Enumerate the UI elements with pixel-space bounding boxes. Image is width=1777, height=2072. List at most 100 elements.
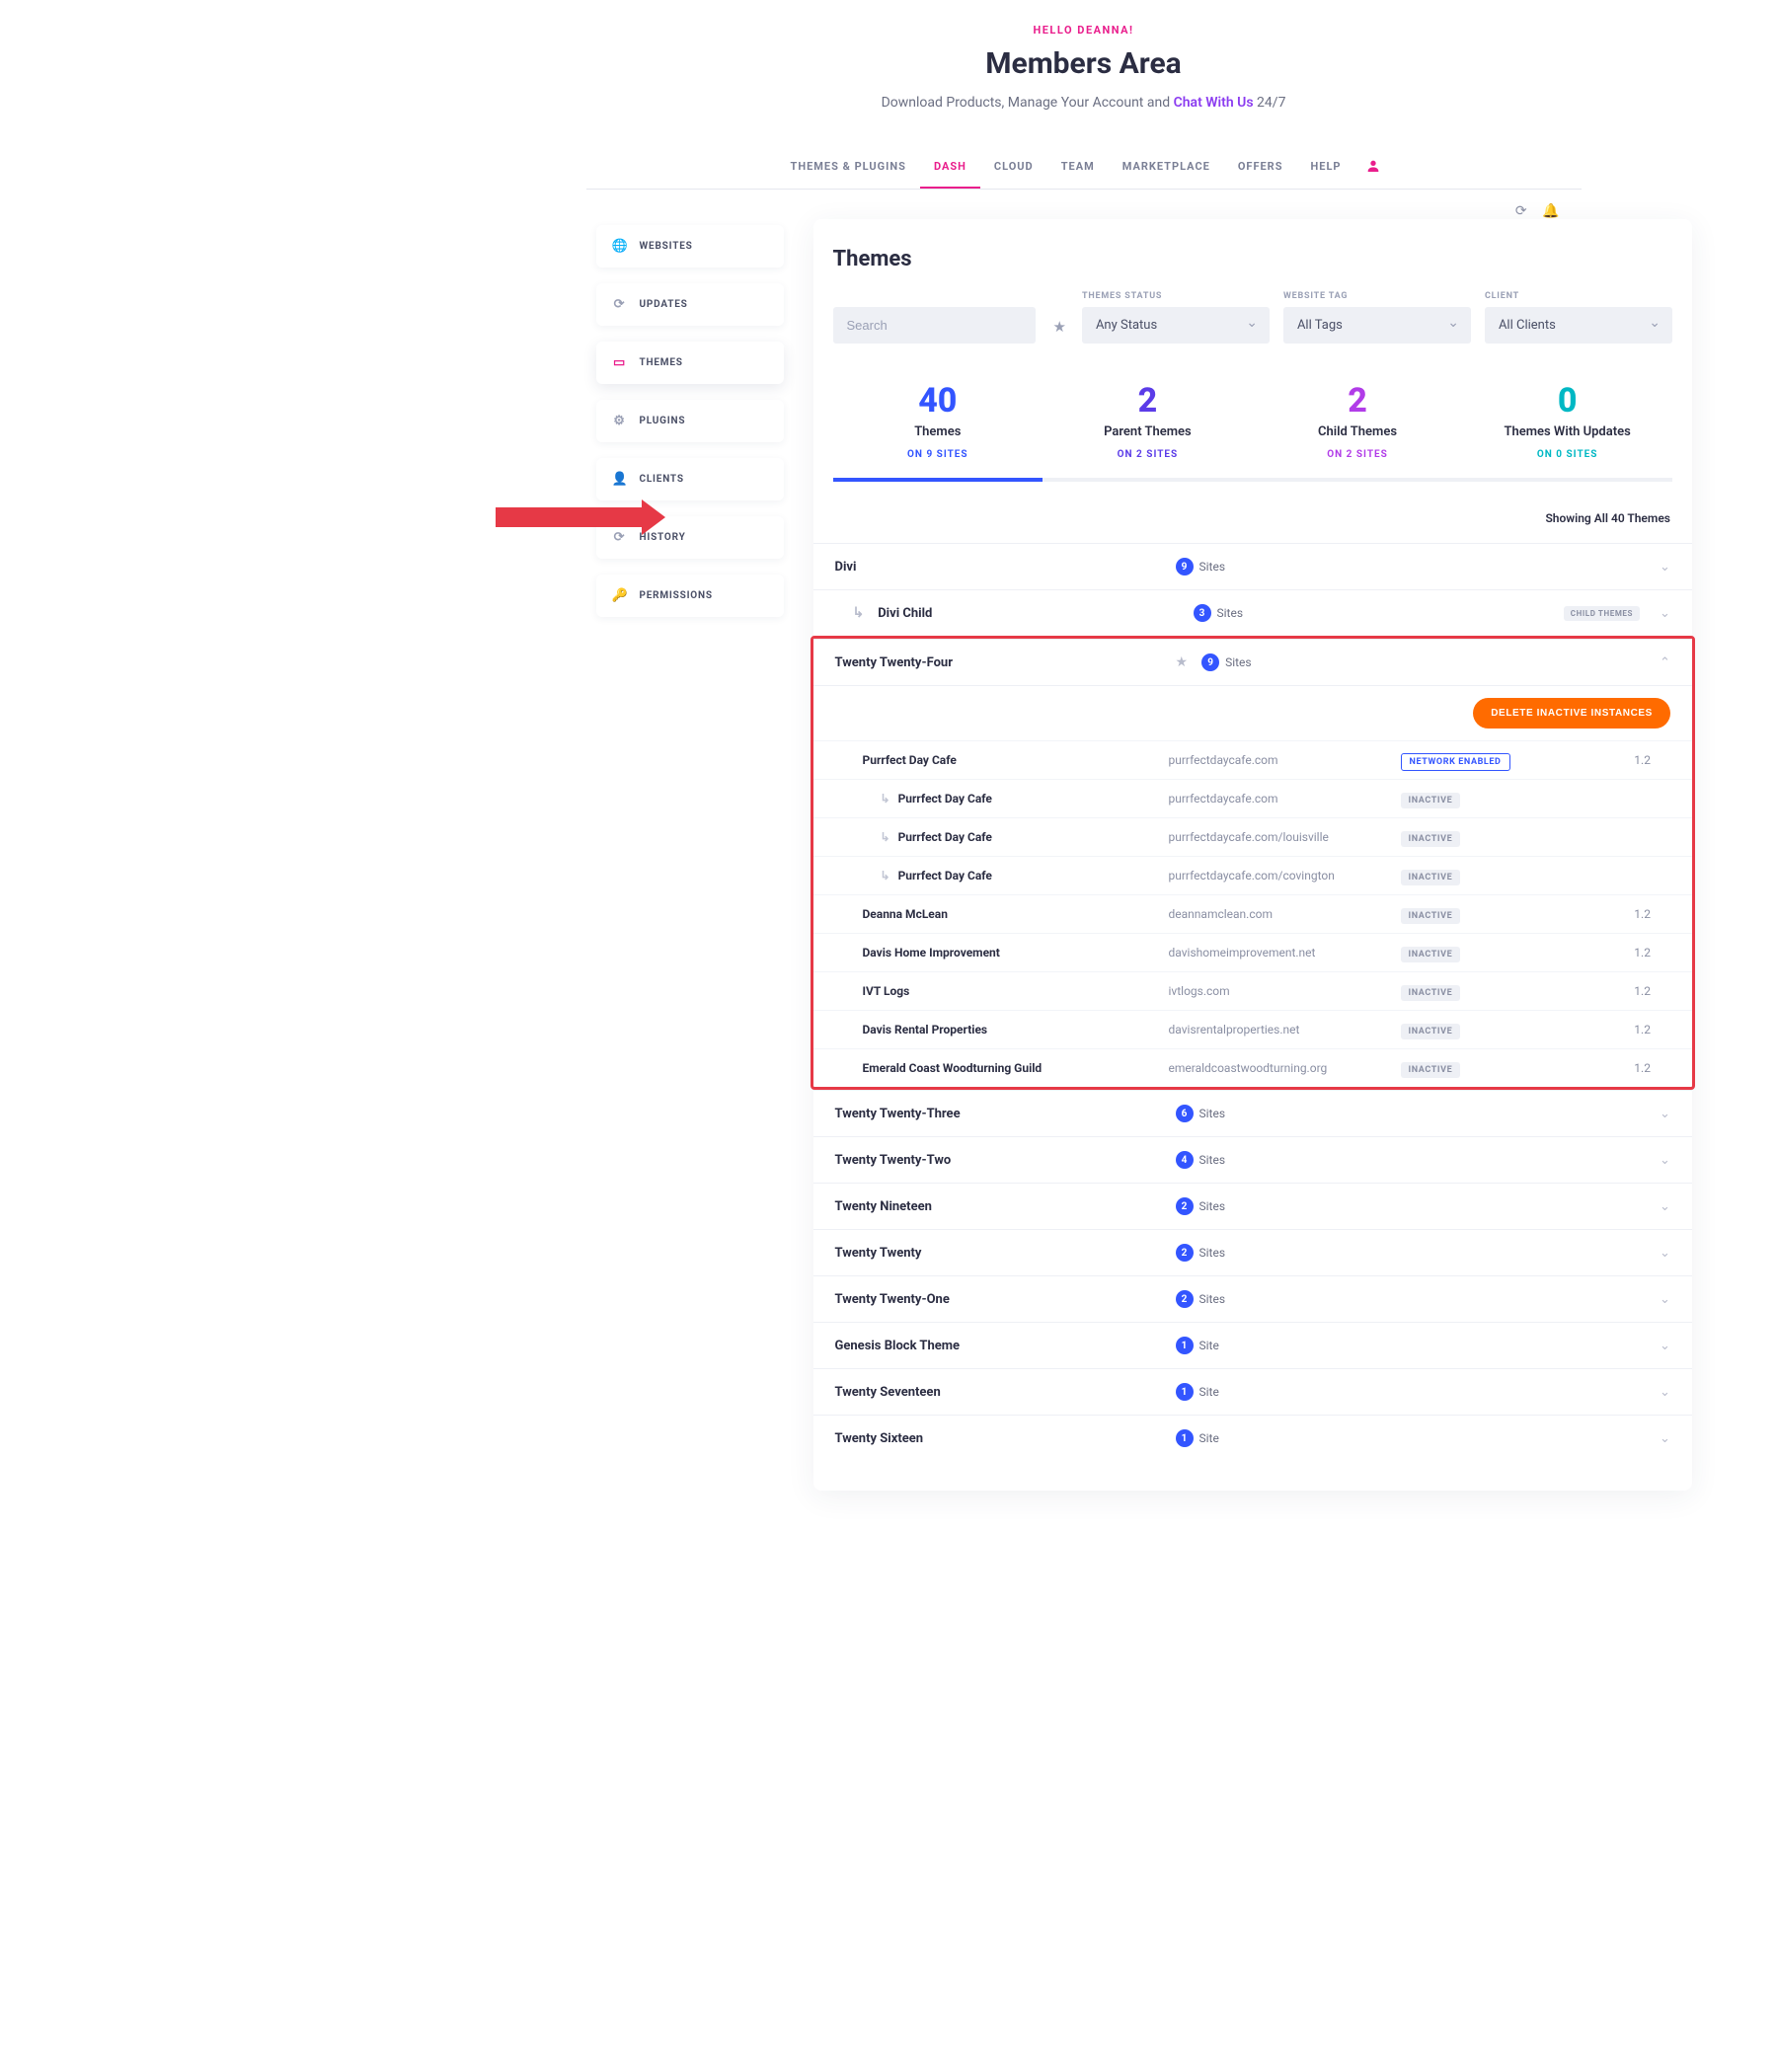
filter-label: THEMES STATUS bbox=[1082, 291, 1270, 301]
stats-underline bbox=[833, 478, 1672, 482]
instance-url: ivtlogs.com bbox=[1169, 984, 1401, 998]
instance-row[interactable]: IVT Logsivtlogs.comINACTIVE1.2 bbox=[813, 971, 1692, 1010]
theme-row[interactable]: Twenty Seventeen1Site⌄ bbox=[813, 1368, 1692, 1415]
site-count-badge: 1 bbox=[1176, 1429, 1194, 1447]
filter-select-website-tag[interactable]: All Tags bbox=[1283, 307, 1471, 344]
theme-row[interactable]: Twenty Twenty-One2Sites⌄ bbox=[813, 1275, 1692, 1322]
star-filter-icon[interactable]: ★ bbox=[1051, 310, 1068, 344]
sidebar-item-permissions[interactable]: 🔑PERMISSIONS bbox=[596, 575, 784, 617]
instance-url: purrfectdaycafe.com bbox=[1169, 753, 1401, 767]
filter-select-client[interactable]: All Clients bbox=[1485, 307, 1672, 344]
network-enabled-badge: NETWORK ENABLED bbox=[1401, 753, 1510, 771]
sidebar-item-themes[interactable]: ▭THEMES bbox=[596, 342, 784, 384]
stat-tab-themes[interactable]: 40ThemesON 9 SITES bbox=[833, 373, 1043, 478]
top-icons: ⟳ 🔔 bbox=[586, 190, 1582, 219]
theme-row[interactable]: Twenty Twenty-Three6Sites⌄ bbox=[813, 1090, 1692, 1136]
sidebar-item-clients[interactable]: 👤CLIENTS bbox=[596, 458, 784, 500]
chevron-down-icon: ⌄ bbox=[1660, 1292, 1670, 1307]
greeting: HELLO DEANNA! bbox=[586, 24, 1582, 37]
highlighted-theme-box: Twenty Twenty-Four ★ 9 Sites ⌃ DELETE IN… bbox=[811, 636, 1695, 1090]
instance-row[interactable]: ↳Purrfect Day Cafepurrfectdaycafe.com/lo… bbox=[813, 817, 1692, 856]
sidebar-item-websites[interactable]: 🌐WEBSITES bbox=[596, 225, 784, 268]
chevron-down-icon: ⌄ bbox=[1660, 1199, 1670, 1214]
permissions-icon: 🔑 bbox=[612, 588, 628, 603]
child-indicator-icon: ↳ bbox=[853, 605, 865, 621]
theme-row[interactable]: Twenty Nineteen2Sites⌄ bbox=[813, 1183, 1692, 1229]
main-panel: Themes ★ THEMES STATUS Any Status WEBSITE … bbox=[813, 219, 1692, 1491]
filter-select-themes-status[interactable]: Any Status bbox=[1082, 307, 1270, 344]
chevron-down-icon: ⌄ bbox=[1660, 1107, 1670, 1121]
instance-row[interactable]: Deanna McLeandeannamclean.comINACTIVE1.2 bbox=[813, 894, 1692, 933]
inactive-badge: INACTIVE bbox=[1401, 947, 1461, 962]
refresh-icon[interactable]: ⟳ bbox=[1515, 203, 1527, 219]
bell-icon[interactable]: 🔔 bbox=[1542, 203, 1571, 219]
inactive-badge: INACTIVE bbox=[1401, 985, 1461, 1001]
plugins-icon: ⚙ bbox=[612, 414, 628, 428]
inactive-badge: INACTIVE bbox=[1401, 870, 1461, 885]
nav-tab-cloud[interactable]: CLOUD bbox=[980, 146, 1047, 189]
instance-row[interactable]: Emerald Coast Woodturning Guildemeraldco… bbox=[813, 1048, 1692, 1087]
user-icon[interactable] bbox=[1355, 158, 1391, 178]
site-count-badge: 4 bbox=[1176, 1151, 1194, 1169]
sidebar-item-updates[interactable]: ⟳UPDATES bbox=[596, 283, 784, 326]
nav-tab-help[interactable]: HELP bbox=[1297, 146, 1355, 189]
site-count-badge: 1 bbox=[1176, 1337, 1194, 1354]
search-input[interactable] bbox=[833, 307, 1036, 344]
filter-label: CLIENT bbox=[1485, 291, 1672, 301]
instance-version: 1.2 bbox=[1598, 946, 1670, 959]
instance-version: 1.2 bbox=[1598, 1061, 1670, 1075]
theme-row[interactable]: Divi9Sites⌄ bbox=[813, 543, 1692, 589]
themes-icon: ▭ bbox=[612, 355, 628, 370]
instance-version: 1.2 bbox=[1598, 753, 1670, 767]
site-count-badge: 9 bbox=[1176, 558, 1194, 576]
instance-row[interactable]: ↳Purrfect Day Cafepurrfectdaycafe.comINA… bbox=[813, 779, 1692, 817]
instance-url: davisrentalproperties.net bbox=[1169, 1023, 1401, 1036]
clients-icon: 👤 bbox=[612, 472, 628, 487]
panel-title: Themes bbox=[813, 237, 1692, 291]
chat-link[interactable]: Chat With Us bbox=[1174, 95, 1254, 111]
updates-icon: ⟳ bbox=[612, 297, 628, 312]
star-icon[interactable]: ★ bbox=[1176, 654, 1189, 670]
stat-tab-child-themes[interactable]: 2Child ThemesON 2 SITES bbox=[1253, 373, 1463, 478]
main-nav: THEMES & PLUGINSDASHCLOUDTEAMMARKETPLACE… bbox=[586, 146, 1582, 190]
inactive-badge: INACTIVE bbox=[1401, 1024, 1461, 1039]
instance-row[interactable]: Davis Home Improvementdavishomeimproveme… bbox=[813, 933, 1692, 971]
inactive-badge: INACTIVE bbox=[1401, 831, 1461, 847]
stat-tab-parent-themes[interactable]: 2Parent ThemesON 2 SITES bbox=[1043, 373, 1253, 478]
theme-row[interactable]: Twenty Twenty2Sites⌄ bbox=[813, 1229, 1692, 1275]
instance-row[interactable]: ↳Purrfect Day Cafepurrfectdaycafe.com/co… bbox=[813, 856, 1692, 894]
filters-row: ★ THEMES STATUS Any Status WEBSITE TAG All … bbox=[813, 291, 1692, 365]
chevron-down-icon: ⌄ bbox=[1660, 606, 1670, 621]
theme-row[interactable]: Genesis Block Theme1Site⌄ bbox=[813, 1322, 1692, 1368]
sidebar: 🌐WEBSITES ⟳UPDATES ▭THEMES ⚙PLUGINS 👤CLIENTS… bbox=[596, 219, 784, 633]
stat-tab-themes-with-updates[interactable]: 0Themes With UpdatesON 0 SITES bbox=[1462, 373, 1672, 478]
chevron-up-icon: ⌃ bbox=[1660, 655, 1670, 670]
chevron-down-icon: ⌄ bbox=[1660, 1246, 1670, 1261]
nav-tab-team[interactable]: TEAM bbox=[1047, 146, 1109, 189]
instance-row[interactable]: Purrfect Day Cafepurrfectdaycafe.comNETW… bbox=[813, 740, 1692, 779]
theme-row[interactable]: ↳Divi Child3SitesCHILD THEMES⌄ bbox=[813, 589, 1692, 636]
subsite-icon: ↳ bbox=[881, 869, 890, 883]
nav-tab-dash[interactable]: DASH bbox=[920, 146, 980, 189]
instance-url: davishomeimprovement.net bbox=[1169, 946, 1401, 959]
websites-icon: 🌐 bbox=[612, 239, 628, 254]
instance-url: emeraldcoastwoodturning.org bbox=[1169, 1061, 1401, 1075]
inactive-badge: INACTIVE bbox=[1401, 793, 1461, 808]
instance-url: purrfectdaycafe.com/covington bbox=[1169, 869, 1401, 883]
site-count-badge: 2 bbox=[1176, 1290, 1194, 1308]
theme-row[interactable]: Twenty Twenty-Two4Sites⌄ bbox=[813, 1136, 1692, 1183]
theme-row-expanded[interactable]: Twenty Twenty-Four ★ 9 Sites ⌃ bbox=[813, 639, 1692, 685]
site-count-badge: 1 bbox=[1176, 1383, 1194, 1401]
filter-label: WEBSITE TAG bbox=[1283, 291, 1471, 301]
nav-tab-offers[interactable]: OFFERS bbox=[1224, 146, 1297, 189]
delete-inactive-button[interactable]: DELETE INACTIVE INSTANCES bbox=[1473, 698, 1670, 729]
stats-row: 40ThemesON 9 SITES2Parent ThemesON 2 SIT… bbox=[813, 365, 1692, 478]
chevron-down-icon: ⌄ bbox=[1660, 560, 1670, 575]
nav-tab-themes-plugins[interactable]: THEMES & PLUGINS bbox=[777, 146, 920, 189]
instance-row[interactable]: Davis Rental Propertiesdavisrentalproper… bbox=[813, 1010, 1692, 1048]
inactive-badge: INACTIVE bbox=[1401, 1062, 1461, 1078]
theme-row[interactable]: Twenty Sixteen1Site⌄ bbox=[813, 1415, 1692, 1461]
sidebar-item-plugins[interactable]: ⚙PLUGINS bbox=[596, 400, 784, 442]
nav-tab-marketplace[interactable]: MARKETPLACE bbox=[1109, 146, 1224, 189]
page-title: Members Area bbox=[586, 46, 1582, 81]
